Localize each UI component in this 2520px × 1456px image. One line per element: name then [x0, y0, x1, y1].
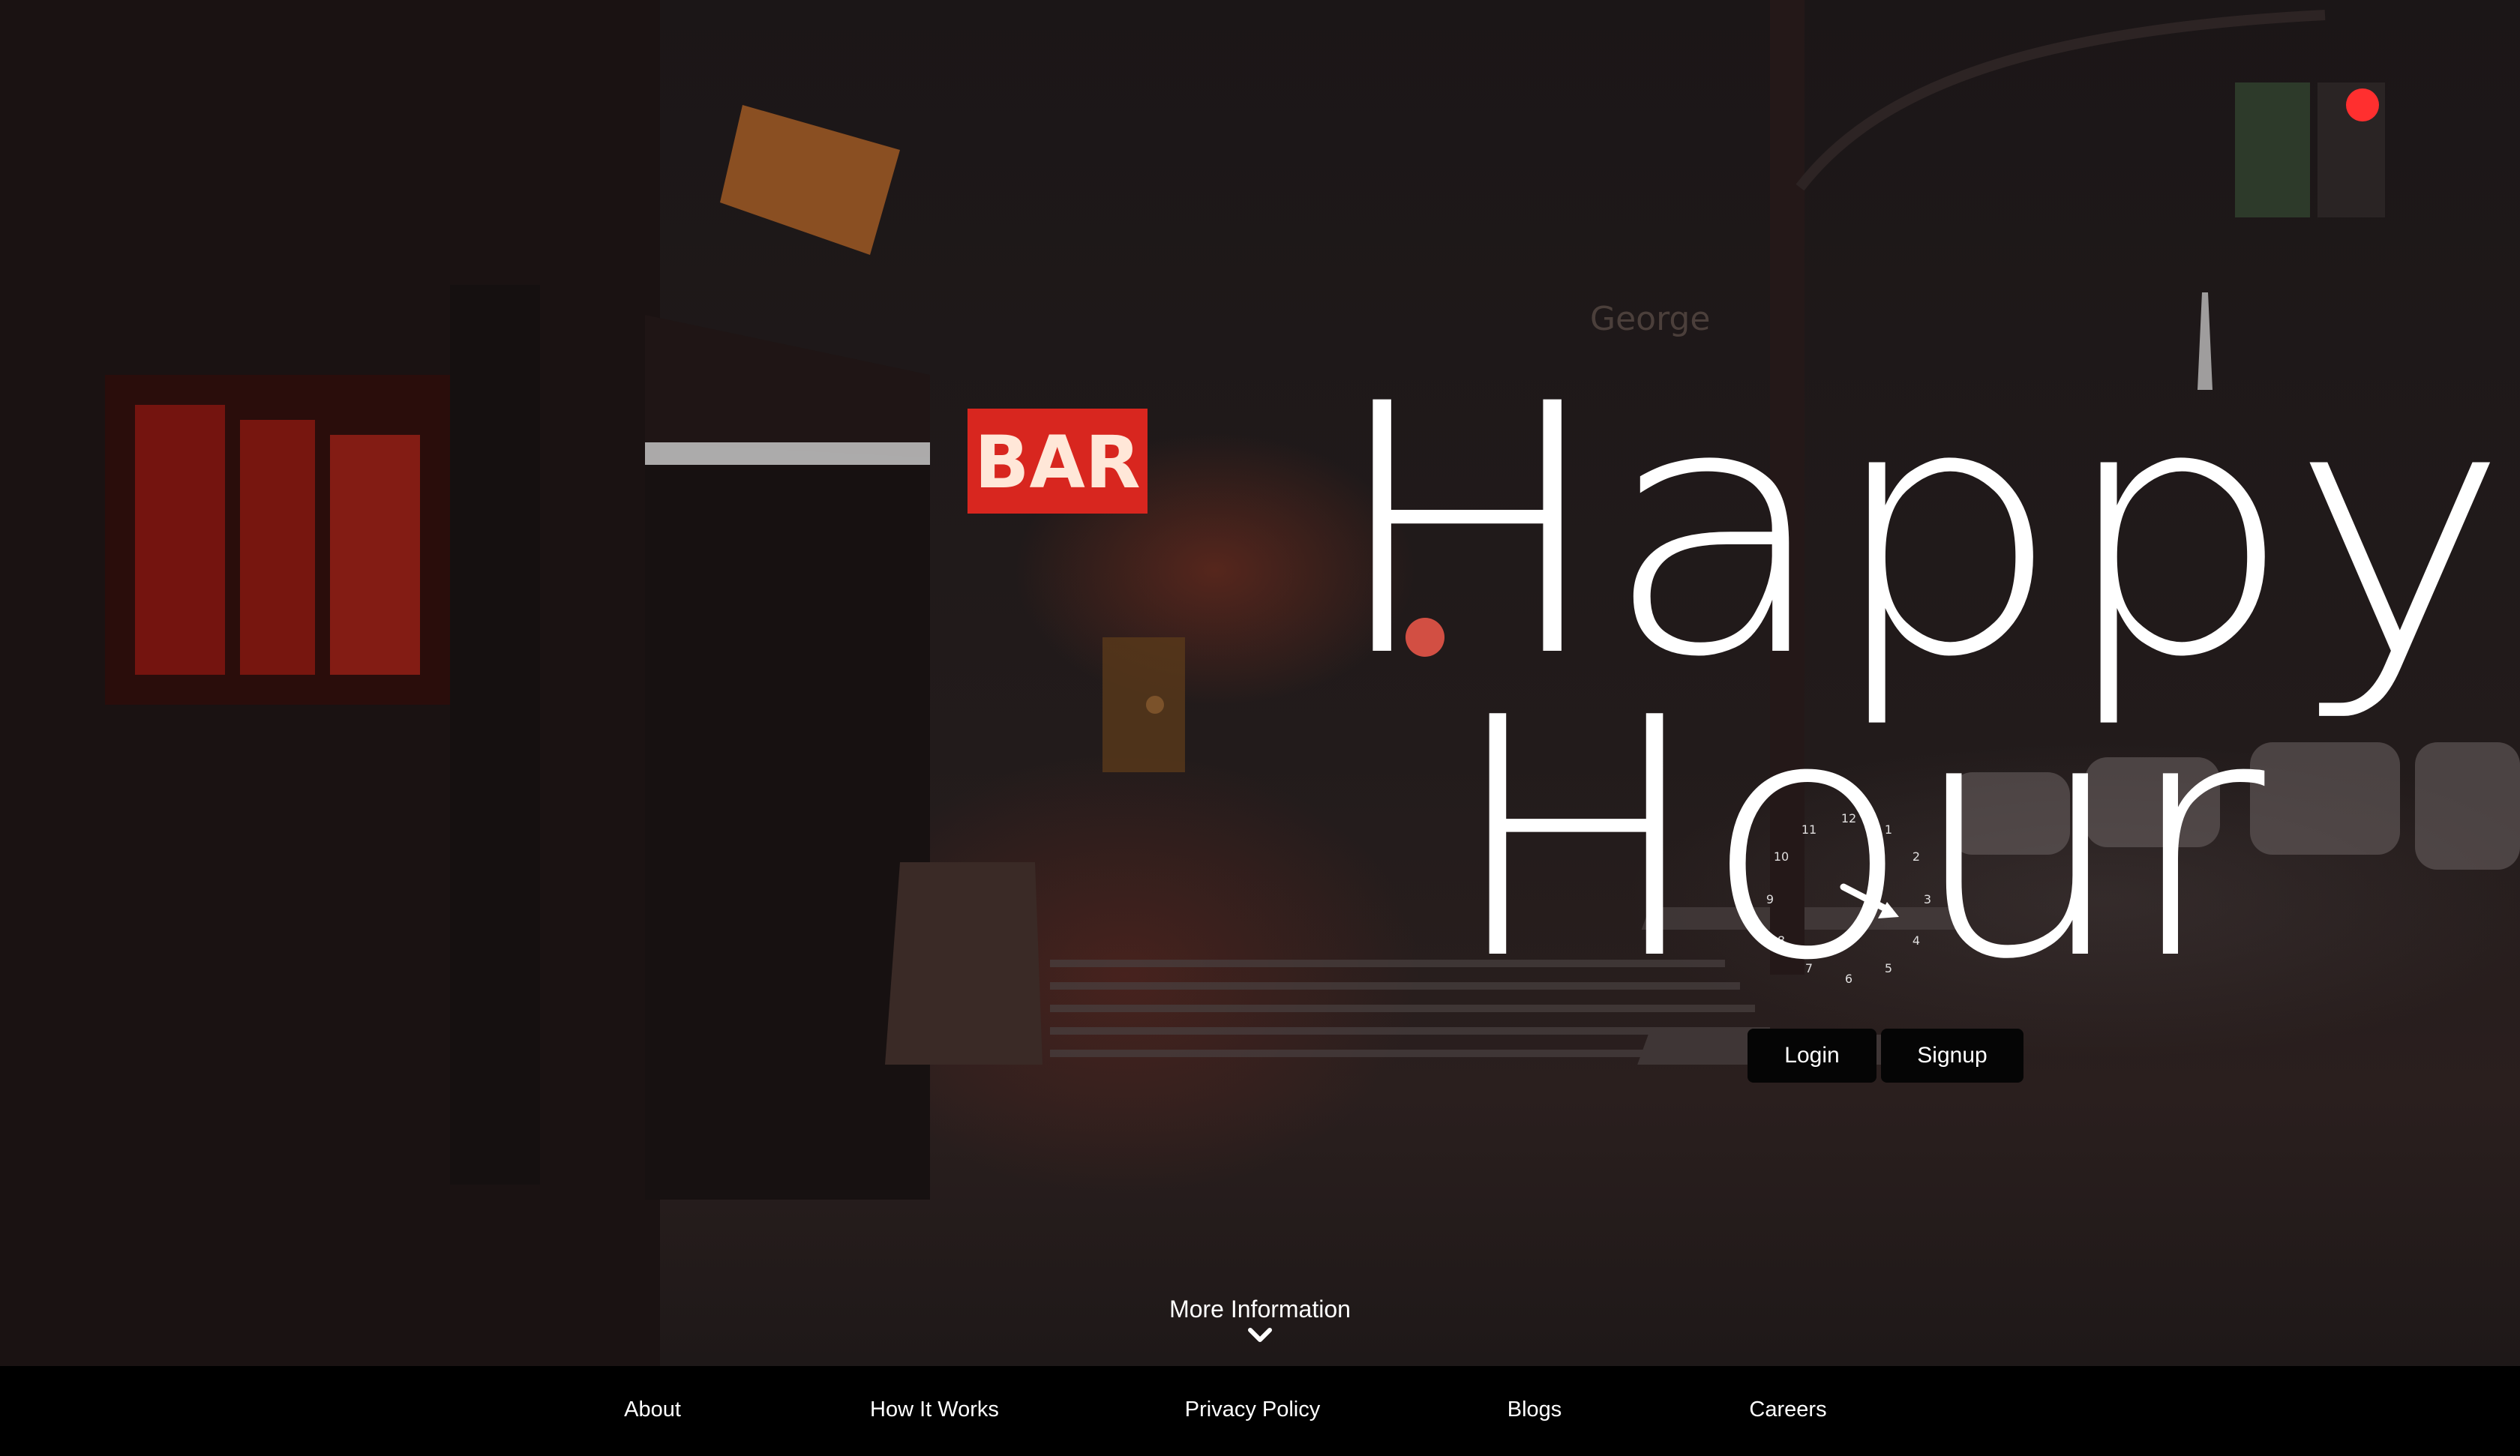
bar-sign-text: BAR	[974, 421, 1140, 505]
svg-text:1: 1	[1885, 822, 1892, 837]
svg-text:11: 11	[1802, 822, 1816, 837]
svg-text:2: 2	[1912, 849, 1920, 864]
footer-link-about[interactable]: About	[624, 1398, 681, 1422]
svg-text:10: 10	[1774, 849, 1789, 864]
clock-icon: 12 1 2 3 4 5 6 7 8 9 10 11	[1766, 811, 1931, 986]
footer-link-blogs[interactable]: Blogs	[1508, 1398, 1562, 1422]
footer-link-privacy-policy[interactable]: Privacy Policy	[1185, 1398, 1321, 1422]
signup-button[interactable]: Signup	[1881, 1029, 2024, 1083]
svg-text:12: 12	[1841, 811, 1856, 825]
svg-text:4: 4	[1912, 933, 1920, 948]
auth-buttons: Login Signup	[1748, 1029, 2024, 1083]
footer-nav: About How It Works Privacy Policy Blogs …	[0, 1366, 2520, 1456]
svg-text:3: 3	[1924, 892, 1931, 906]
more-information-label: More Information	[1169, 1296, 1351, 1323]
svg-text:7: 7	[1805, 961, 1813, 975]
footer-link-careers[interactable]: Careers	[1749, 1398, 1826, 1422]
more-information-link[interactable]: More Information	[1110, 1296, 1410, 1344]
svg-text:9: 9	[1766, 892, 1774, 906]
svg-text:5: 5	[1885, 961, 1892, 975]
svg-text:8: 8	[1778, 933, 1785, 948]
login-button[interactable]: Login	[1748, 1029, 1876, 1083]
chevron-down-icon	[1248, 1328, 1272, 1342]
footer-link-how-it-works[interactable]: How It Works	[870, 1398, 999, 1422]
hero-section: BAR George Happy Hour 12 1 2 3 4 5 6 7 8…	[0, 0, 2520, 1366]
brand-line-hour: Hour	[1448, 648, 2265, 1032]
svg-text:6: 6	[1845, 972, 1852, 986]
